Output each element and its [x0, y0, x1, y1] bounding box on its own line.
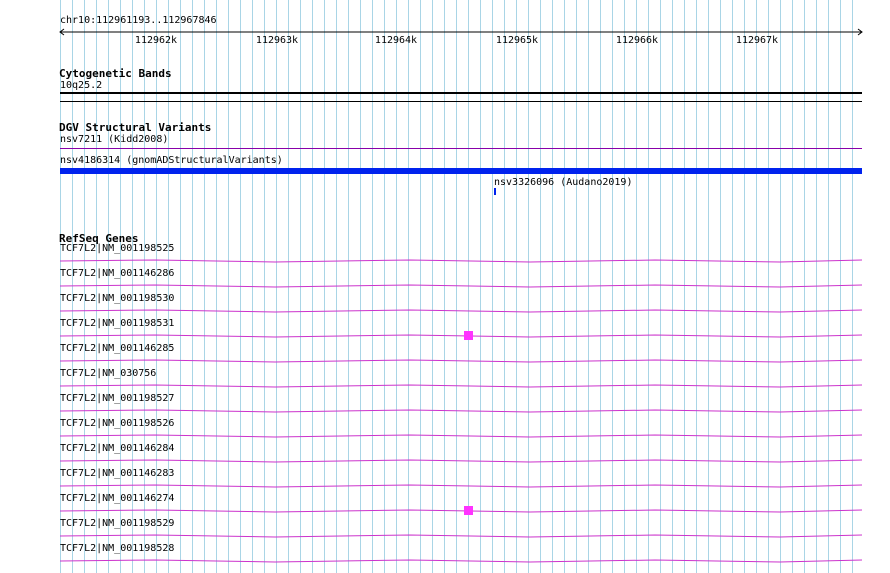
gene-model[interactable] — [60, 405, 862, 417]
gene-label: TCF7L2|NM_001146286 — [60, 268, 175, 279]
gene-label: TCF7L2|NM_001198528 — [60, 543, 175, 554]
intron-line — [60, 459, 862, 463]
gene-model[interactable] — [60, 530, 862, 542]
gene-model[interactable] — [60, 430, 862, 442]
gene-label: TCF7L2|NM_030756 — [60, 368, 157, 379]
gene-model[interactable] — [60, 255, 862, 267]
intron-line — [60, 534, 862, 538]
intron-line — [60, 384, 862, 388]
intron-line — [60, 509, 862, 513]
tick-label: 112967k — [735, 35, 779, 46]
gene-label: TCF7L2|NM_001198530 — [60, 293, 175, 304]
sv-feature[interactable] — [494, 188, 496, 195]
cytoband-feature-label: 10q25.2 — [60, 80, 103, 91]
tick-label: 112966k — [615, 35, 659, 46]
intron-line — [60, 259, 862, 263]
gene-model[interactable] — [60, 330, 862, 342]
genome-browser: chr10:112961193..112967846 112962k 11296… — [0, 0, 890, 573]
track-divider — [60, 101, 862, 102]
tick-label: 112963k — [255, 35, 299, 46]
gene-model[interactable] — [60, 505, 862, 517]
gene-label: TCF7L2|NM_001198531 — [60, 318, 175, 329]
intron-line — [60, 284, 862, 288]
cytoband-feature[interactable] — [60, 92, 862, 94]
tick-label: 112962k — [134, 35, 178, 46]
gene-model[interactable] — [60, 480, 862, 492]
tick-label: 112965k — [495, 35, 539, 46]
gene-label: TCF7L2|NM_001146284 — [60, 443, 175, 454]
sv-feature[interactable] — [60, 168, 862, 174]
intron-line — [60, 409, 862, 413]
gene-label: TCF7L2|NM_001198525 — [60, 243, 175, 254]
gene-label: TCF7L2|NM_001146283 — [60, 468, 175, 479]
gene-label: TCF7L2|NM_001198529 — [60, 518, 175, 529]
dgv-track-title[interactable]: DGV Structural Variants — [59, 121, 211, 134]
intron-line — [60, 359, 862, 363]
intron-line — [60, 434, 862, 438]
intron-line — [60, 559, 862, 563]
gene-model[interactable] — [60, 280, 862, 292]
gene-model[interactable] — [60, 555, 862, 567]
location-label: chr10:112961193..112967846 — [60, 15, 217, 26]
intron-line — [60, 309, 862, 313]
exon-block[interactable] — [464, 331, 473, 340]
intron-line — [60, 484, 862, 488]
gene-model[interactable] — [60, 355, 862, 367]
gene-model[interactable] — [60, 305, 862, 317]
exon-block[interactable] — [464, 506, 473, 515]
gene-label: TCF7L2|NM_001198526 — [60, 418, 175, 429]
sv-feature[interactable] — [60, 148, 862, 149]
tick-label: 112964k — [374, 35, 418, 46]
sv-feature-label: nsv4186314 (gnomADStructuralVariants) — [60, 155, 283, 166]
cytoband-track-title[interactable]: Cytogenetic Bands — [59, 67, 172, 80]
sv-feature-label: nsv3326096 (Audano2019) — [494, 177, 633, 188]
gene-label: TCF7L2|NM_001146285 — [60, 343, 175, 354]
gene-label: TCF7L2|NM_001146274 — [60, 493, 175, 504]
sv-feature-label: nsv7211 (Kidd2008) — [60, 134, 169, 145]
gene-model[interactable] — [60, 380, 862, 392]
gene-model[interactable] — [60, 455, 862, 467]
intron-line — [60, 334, 862, 338]
gene-label: TCF7L2|NM_001198527 — [60, 393, 175, 404]
